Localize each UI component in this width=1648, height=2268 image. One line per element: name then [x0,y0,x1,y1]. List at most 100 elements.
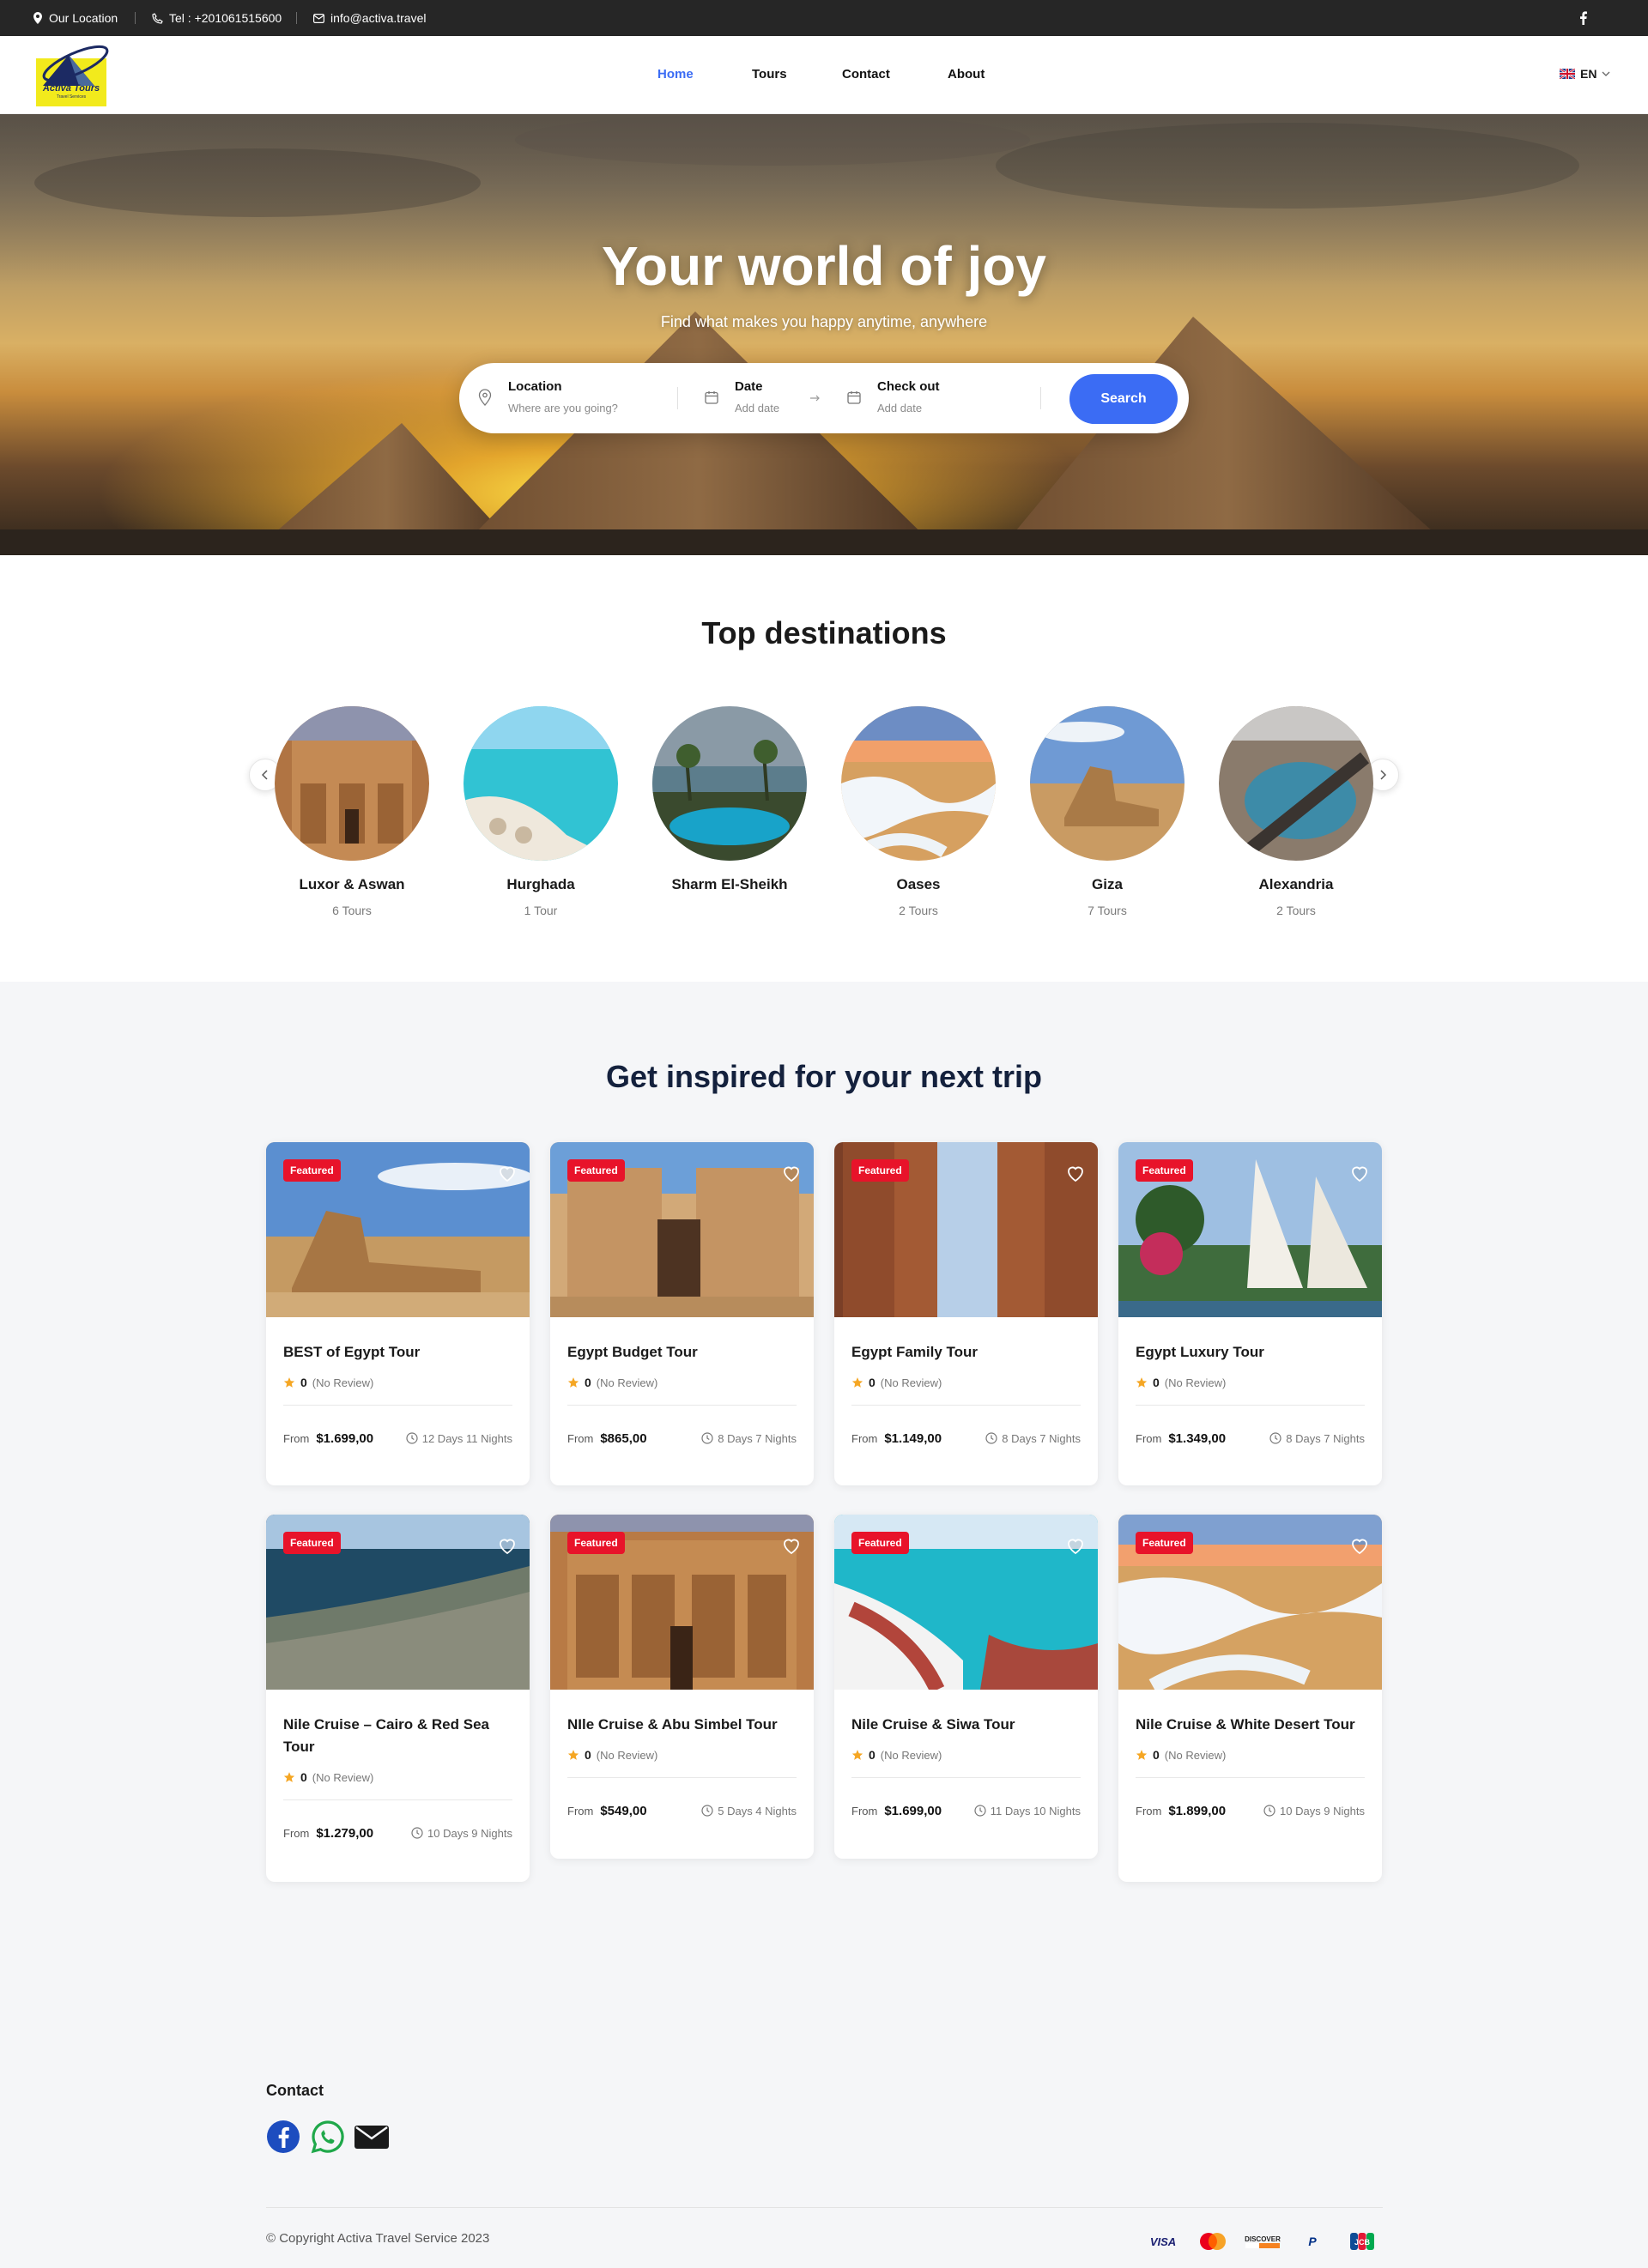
tour-title[interactable]: Egypt Luxury Tour [1136,1341,1365,1364]
phone-link[interactable]: Tel : +201061515600 [152,11,282,25]
tour-image[interactable]: Featured [550,1142,814,1317]
mastercard-icon [1194,2229,1232,2253]
clock-icon [701,1432,713,1444]
clock-icon [1263,1805,1275,1817]
arrow-right-icon [810,395,820,402]
chevron-down-icon [1602,71,1610,76]
heart-icon[interactable] [1349,1535,1370,1556]
destination-image [652,706,807,861]
uk-flag-icon [1560,69,1575,79]
nav-about[interactable]: About [948,67,985,82]
duration-text: 8 Days 7 Nights [1002,1431,1081,1445]
tour-card[interactable]: Featured Egypt Family Tour 0 (No Review) Fro… [834,1142,1098,1485]
whatsapp-button[interactable] [311,2120,345,2154]
map-pin-icon [33,12,42,24]
tour-title[interactable]: Nile Cruise – Cairo & Red Sea Tour [283,1714,512,1758]
tour-card[interactable]: Featured Nile Cruise & White Desert Tour 0… [1118,1515,1382,1882]
rating-value: 0 [1153,1748,1160,1762]
destination-count: 2 Tours [1276,904,1316,917]
destination-giza[interactable]: Giza 7 Tours [1030,706,1184,917]
from-label: From [1136,1431,1162,1445]
tour-image[interactable]: Featured [834,1515,1098,1690]
tour-image[interactable]: Featured [834,1142,1098,1317]
language-selector[interactable]: EN [1560,67,1610,81]
duration-text: 8 Days 7 Nights [1286,1431,1365,1445]
checkout-input[interactable]: Add date [877,402,940,414]
facebook-link[interactable] [1579,11,1587,27]
heart-icon[interactable] [781,1163,802,1183]
tour-image[interactable]: Featured [266,1515,530,1690]
tour-card[interactable]: Featured Egypt Luxury Tour 0 (No Review) Fro… [1118,1142,1382,1485]
nav-home[interactable]: Home [657,67,694,82]
rating-value: 0 [585,1376,591,1389]
tour-image[interactable]: Featured [1118,1142,1382,1317]
star-icon [567,1750,579,1760]
location-field[interactable]: Location Where are you going? [508,379,618,414]
tour-card[interactable]: Featured Egypt Budget Tour 0 (No Review) Fro… [550,1142,814,1485]
destination-luxor-aswan[interactable]: Luxor & Aswan 6 Tours [275,706,429,917]
heart-icon[interactable] [1065,1163,1086,1183]
star-icon [1136,1377,1148,1388]
tour-title[interactable]: Egypt Family Tour [851,1341,1081,1364]
tour-image[interactable]: Featured [1118,1515,1382,1690]
email-icon [354,2126,389,2149]
divider [135,12,136,24]
tour-footer: From $1.349,00 8 Days 7 Nights [1136,1406,1365,1471]
search-button[interactable]: Search [1069,374,1178,424]
tour-card[interactable]: Featured Nile Cruise & Siwa Tour 0 (No Revi… [834,1515,1098,1859]
heart-icon[interactable] [497,1163,518,1183]
date-input[interactable]: Add date [735,402,779,414]
destination-image [1030,706,1184,861]
tour-duration: 8 Days 7 Nights [1269,1432,1365,1445]
destination-count: 7 Tours [1088,904,1127,917]
language-label: EN [1580,67,1597,81]
destination-alexandria[interactable]: Alexandria 2 Tours [1219,706,1373,917]
top-info-bar: Our Location Tel : +201061515600 info@ac… [0,0,1648,36]
tour-card[interactable]: Featured BEST of Egypt Tour 0 (No Review) Fr… [266,1142,530,1485]
email-link[interactable]: info@activa.travel [313,11,426,25]
email-button[interactable] [354,2120,389,2154]
destination-oases[interactable]: Oases 2 Tours [841,706,996,917]
heart-icon[interactable] [1065,1535,1086,1556]
facebook-icon [1580,11,1587,25]
discover-stripe [1245,2242,1280,2248]
star-icon [283,1377,295,1388]
location-input[interactable]: Where are you going? [508,402,618,414]
checkout-field[interactable]: Check out Add date [877,379,940,414]
from-label: From [567,1804,594,1817]
tour-card[interactable]: Featured NIle Cruise & Abu Simbel Tour 0 (N… [550,1515,814,1859]
duration-text: 5 Days 4 Nights [718,1804,797,1817]
nav-contact[interactable]: Contact [842,67,890,82]
calendar-icon [847,391,861,404]
destination-hurghada[interactable]: Hurghada 1 Tour [464,706,618,917]
featured-badge: Featured [567,1532,625,1554]
tour-title[interactable]: NIle Cruise & Abu Simbel Tour [567,1714,797,1736]
location-pin-icon [478,389,492,406]
star-icon [1136,1750,1148,1760]
heart-icon[interactable] [1349,1163,1370,1183]
destination-sharm-el-sheikh[interactable]: Sharm El-Sheikh [652,706,807,904]
tour-price: $1.279,00 [316,1825,374,1841]
tour-duration: 10 Days 9 Nights [1263,1805,1365,1817]
tour-card[interactable]: Featured Nile Cruise – Cairo & Red Sea To… [266,1515,530,1882]
location-link[interactable]: Our Location [33,11,118,25]
destination-name: Hurghada [506,876,575,892]
heart-icon[interactable] [497,1535,518,1556]
tour-title[interactable]: BEST of Egypt Tour [283,1341,512,1364]
nav-tours[interactable]: Tours [752,67,787,82]
tour-title[interactable]: Nile Cruise & White Desert Tour [1136,1714,1365,1736]
facebook-button[interactable] [266,2120,300,2154]
star-icon [283,1772,295,1782]
destination-image [275,706,429,861]
tour-title[interactable]: Egypt Budget Tour [567,1341,797,1364]
tour-image[interactable]: Featured [550,1515,814,1690]
date-label: Date [735,379,763,394]
review-count: (No Review) [596,1376,658,1389]
date-field[interactable]: Date Add date [735,379,779,414]
tour-image[interactable]: Featured [266,1142,530,1317]
site-logo[interactable]: Activa Tours Travel Services [34,41,112,108]
heart-icon[interactable] [781,1535,802,1556]
destination-name: Oases [896,876,941,892]
featured-badge: Featured [283,1159,341,1182]
tour-title[interactable]: Nile Cruise & Siwa Tour [851,1714,1081,1736]
